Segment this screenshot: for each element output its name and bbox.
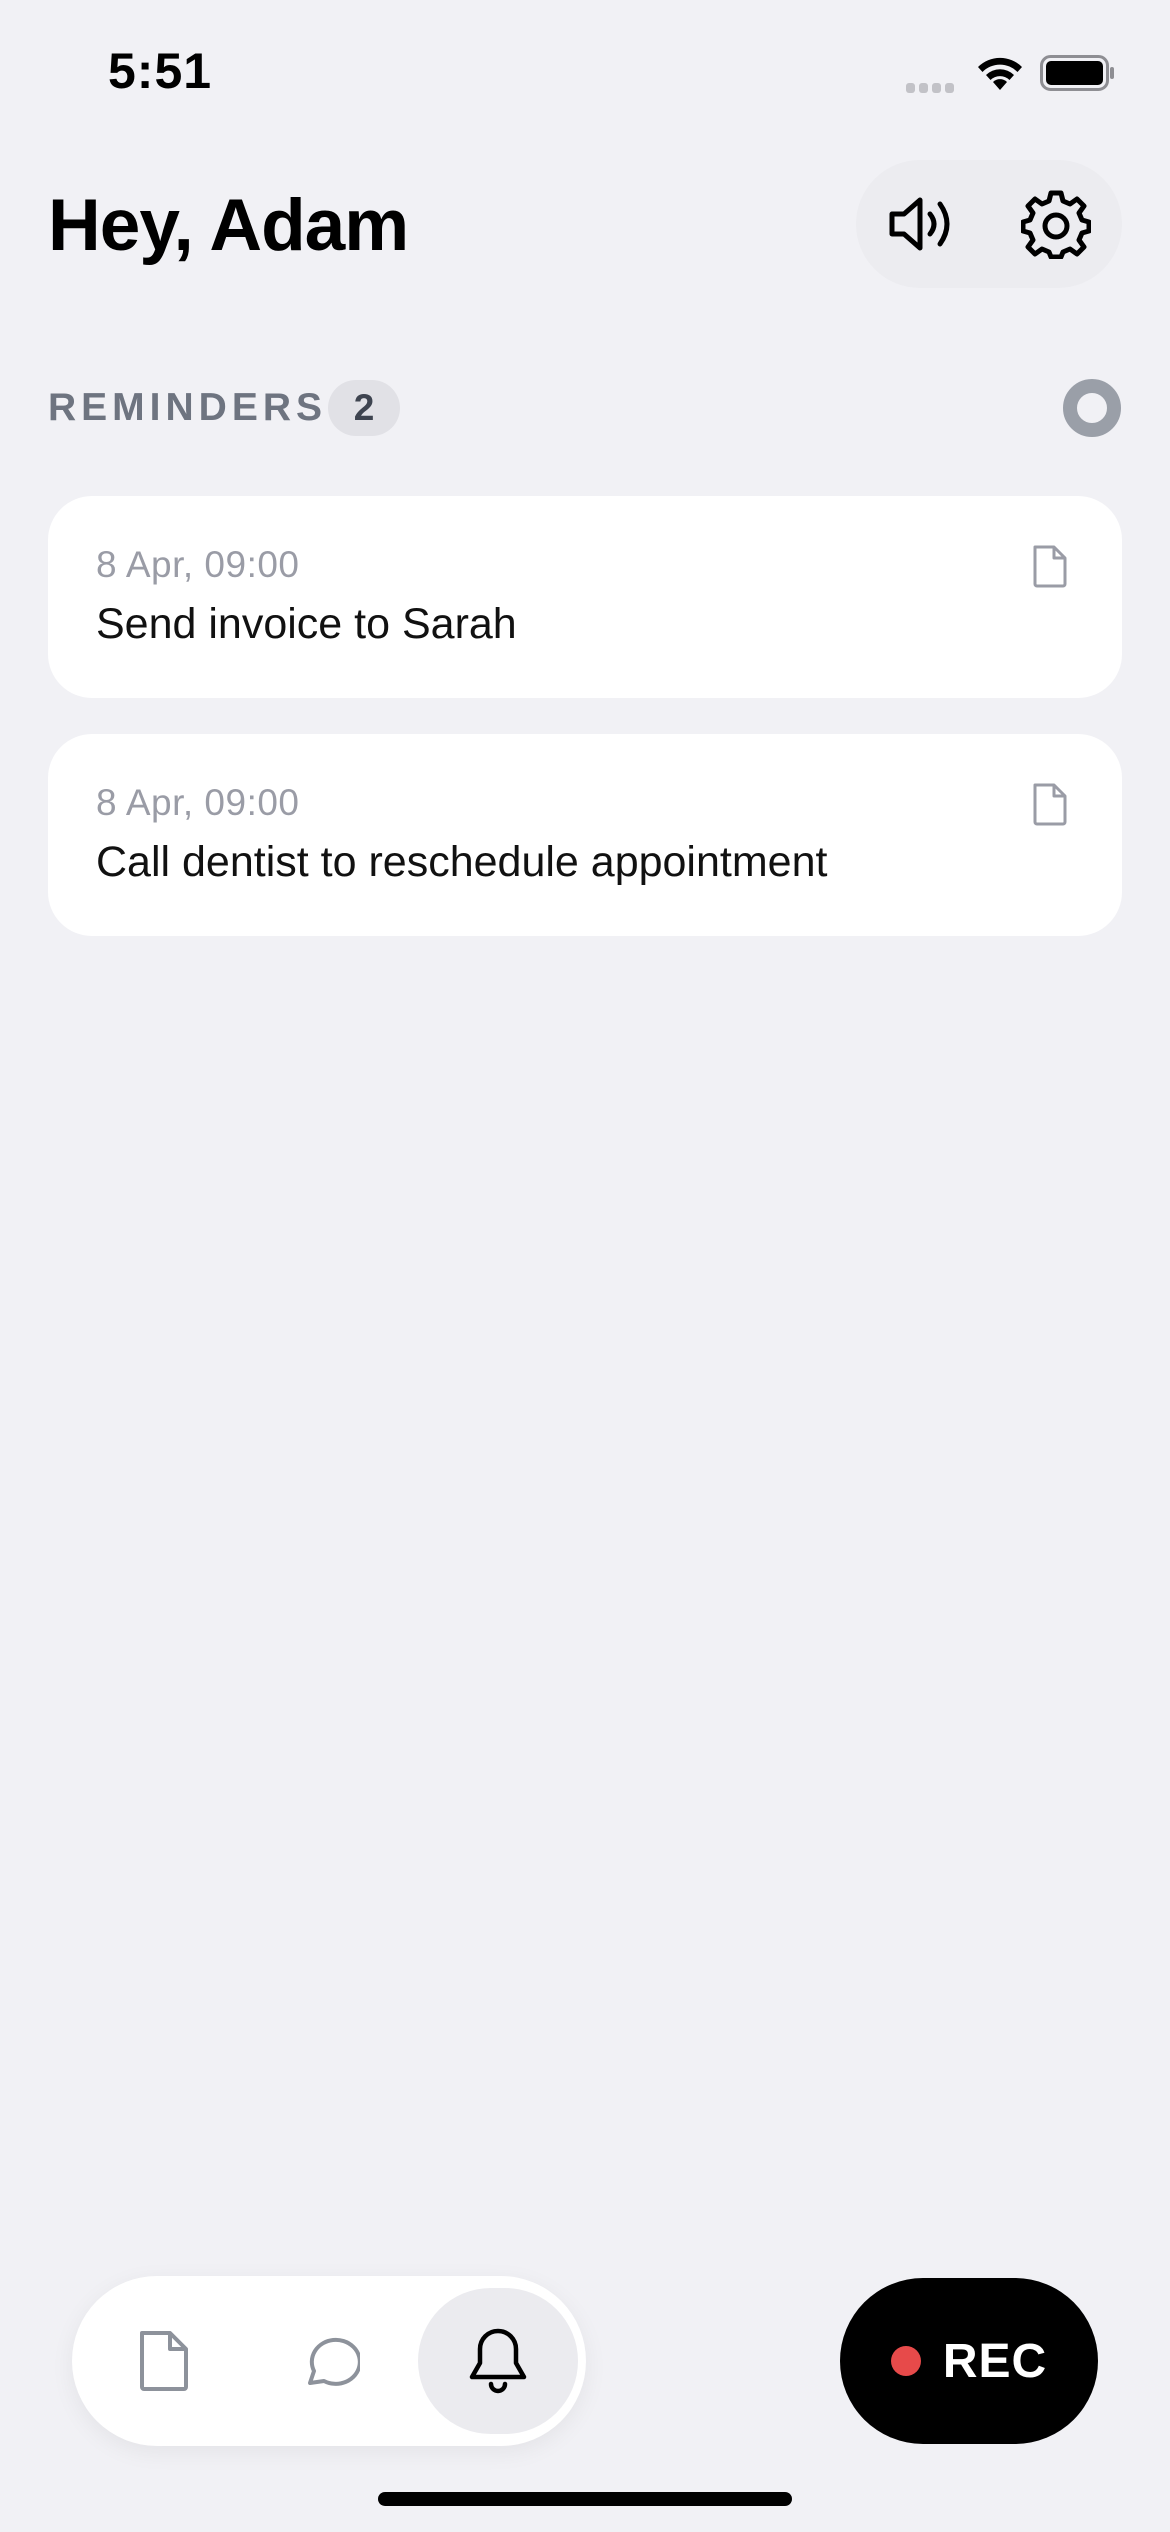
sound-button[interactable]: [880, 180, 968, 268]
reminder-date: 8 Apr, 09:00: [96, 782, 300, 823]
document-icon: [1033, 545, 1067, 588]
gear-icon: [1021, 190, 1091, 259]
record-button[interactable]: REC: [840, 2278, 1098, 2444]
cellular-signal-icon: [906, 80, 960, 93]
document-icon: [1033, 783, 1067, 826]
bottom-tab-bar: [72, 2276, 586, 2446]
status-time: 5:51: [108, 43, 213, 99]
page-title: Hey, Adam: [48, 185, 409, 266]
reminder-card[interactable]: 8 Apr, 09:00 Send invoice to Sarah: [48, 496, 1122, 698]
reminder-title: Send invoice to Sarah: [96, 600, 517, 648]
count-badge: 2: [328, 380, 400, 436]
header-actions: [856, 160, 1122, 288]
reminder-card[interactable]: 8 Apr, 09:00 Call dentist to reschedule …: [48, 734, 1122, 936]
record-label: REC: [942, 2334, 1048, 2388]
tab-notes[interactable]: [84, 2288, 244, 2434]
battery-icon: [1040, 55, 1114, 91]
chat-bubble-icon: [308, 2337, 360, 2386]
bell-icon: [469, 2328, 527, 2394]
tab-reminders[interactable]: [418, 2288, 578, 2434]
settings-button[interactable]: [1012, 180, 1100, 268]
section-title: REMINDERS: [48, 386, 328, 429]
speaker-icon: [889, 197, 950, 251]
document-icon: [140, 2331, 188, 2391]
filter-toggle-icon[interactable]: [1062, 378, 1122, 438]
wifi-icon: [978, 57, 1022, 90]
tab-chat[interactable]: [250, 2288, 410, 2434]
reminder-date: 8 Apr, 09:00: [96, 544, 300, 585]
reminder-title: Call dentist to reschedule appointment: [96, 838, 828, 886]
record-dot-icon: [890, 2346, 921, 2376]
home-indicator[interactable]: [378, 2492, 792, 2506]
